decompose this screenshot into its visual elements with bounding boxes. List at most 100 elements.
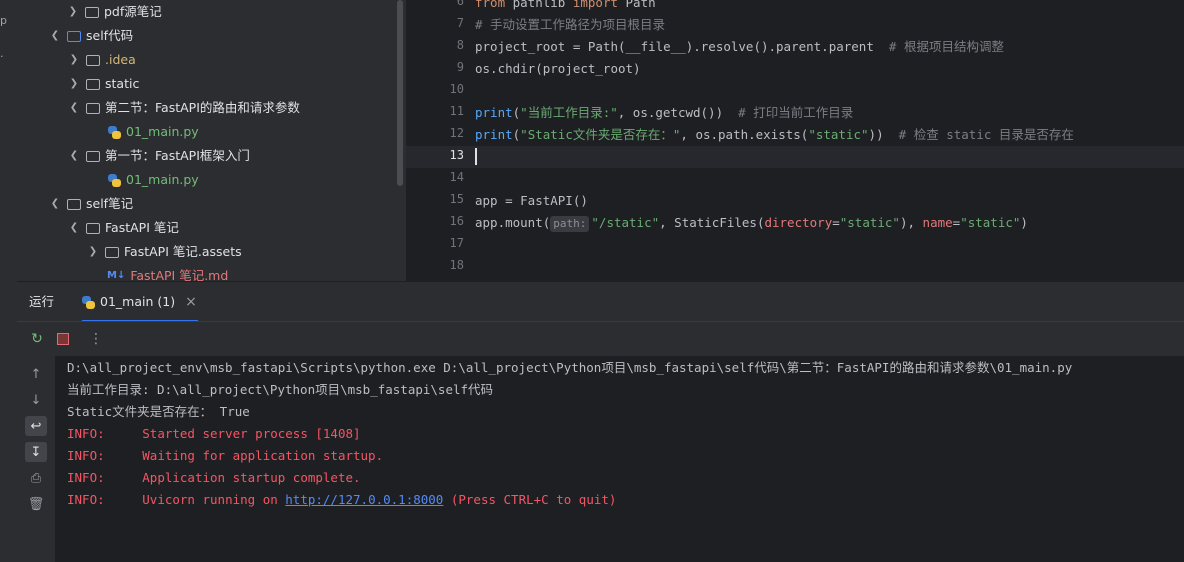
strip-icon[interactable]: p bbox=[0, 14, 8, 27]
python-file-icon bbox=[82, 295, 95, 309]
code-token: ) bbox=[1020, 215, 1028, 230]
code-line-11: print("当前工作目录:", os.getcwd()) # 打印当前工作目录 bbox=[475, 102, 853, 124]
code-editor[interactable]: 6 7 8 9 10 11 12 13 14 15 16 17 18 from … bbox=[406, 0, 1184, 281]
chevron-down-icon[interactable]: ❮ bbox=[68, 96, 80, 120]
line-number: 14 bbox=[449, 170, 464, 184]
markdown-file-icon: M↓ bbox=[107, 270, 126, 281]
console-side-toolbar: ↑ ↓ ↩ ↧ ⎙ 🗑 bbox=[17, 356, 55, 562]
python-file-icon bbox=[108, 125, 121, 139]
code-comment: # 根据项目结构调整 bbox=[888, 39, 1004, 54]
console-line: D:\all_project_env\msb_fastapi\Scripts\p… bbox=[67, 360, 1073, 375]
line-number: 16 bbox=[449, 214, 464, 228]
tree-item-pdf-notes[interactable]: ❯ pdf源笔记 bbox=[67, 0, 162, 24]
code-string: "static" bbox=[808, 127, 869, 142]
code-line-12: print("Static文件夹是否存在：", os.path.exists("… bbox=[475, 124, 1074, 146]
log-message: Started server process [1408] bbox=[142, 426, 361, 441]
code-line-8: project_root = Path(__file__).resolve().… bbox=[475, 36, 1004, 58]
code-string: "static" bbox=[839, 215, 900, 230]
chevron-right-icon[interactable]: ❯ bbox=[68, 72, 80, 96]
code-comment: # 手动设置工作路径为项目根目录 bbox=[475, 17, 666, 32]
console-line: Static文件夹是否存在： True bbox=[67, 404, 250, 419]
chevron-right-icon[interactable]: ❯ bbox=[68, 48, 80, 72]
code-line-7: # 手动设置工作路径为项目根目录 bbox=[475, 14, 665, 36]
folder-icon bbox=[86, 102, 100, 114]
line-number: 6 bbox=[456, 0, 464, 8]
tree-item-self-notes[interactable]: ❮ self笔记 bbox=[49, 192, 133, 216]
stop-icon[interactable] bbox=[54, 330, 72, 348]
tree-item-label: FastAPI 笔记 bbox=[105, 220, 179, 235]
code-line-16: app.mount(path: "/static", StaticFiles(di… bbox=[475, 212, 1028, 234]
print-icon[interactable]: ⎙ bbox=[25, 468, 47, 488]
run-panel-title[interactable]: 运行 bbox=[29, 282, 54, 322]
parameter-hint: path: bbox=[550, 216, 590, 232]
line-number: 9 bbox=[456, 60, 464, 74]
trash-icon[interactable]: 🗑 bbox=[25, 494, 47, 514]
console-output[interactable]: D:\all_project_env\msb_fastapi\Scripts\p… bbox=[55, 356, 1184, 562]
folder-icon bbox=[85, 6, 99, 18]
more-options-icon[interactable]: ⋮ bbox=[87, 330, 105, 348]
code-token: print bbox=[475, 127, 513, 142]
tree-item-notes-md[interactable]: M↓ FastAPI 笔记.md bbox=[107, 264, 228, 281]
tree-item-self-code[interactable]: ❮ self代码 bbox=[49, 24, 133, 48]
chevron-down-icon[interactable]: ❮ bbox=[68, 144, 80, 168]
log-level: INFO: bbox=[67, 492, 105, 507]
tree-item-section-two[interactable]: ❮ 第二节：FastAPI的路由和请求参数 bbox=[68, 96, 300, 120]
tool-window-strip: p · bbox=[0, 0, 18, 562]
line-number-current: 13 bbox=[449, 148, 464, 162]
code-string: "Static文件夹是否存在：" bbox=[520, 127, 681, 142]
project-tree: ❯ pdf源笔记 ❮ self代码 ❯ .idea ❯ static ❮ 第二节… bbox=[17, 0, 406, 281]
arrow-up-icon[interactable]: ↑ bbox=[25, 364, 47, 384]
code-param: name bbox=[922, 215, 953, 230]
chevron-right-icon[interactable]: ❯ bbox=[67, 0, 79, 24]
code-token: )) bbox=[868, 127, 899, 142]
server-url-link[interactable]: http://127.0.0.1:8000 bbox=[285, 492, 443, 507]
code-token: pathlib bbox=[505, 0, 573, 10]
arrow-down-icon[interactable]: ↓ bbox=[25, 390, 47, 410]
log-message: (Press CTRL+C to quit) bbox=[443, 492, 617, 507]
line-number: 11 bbox=[449, 104, 464, 118]
code-comment: # 打印当前工作目录 bbox=[738, 105, 854, 120]
tree-item-label: FastAPI 笔记.md bbox=[130, 268, 229, 281]
line-number: 8 bbox=[456, 38, 464, 52]
tab-label: 01_main (1) bbox=[100, 294, 176, 309]
rerun-icon[interactable]: ↻ bbox=[28, 330, 46, 348]
code-token: project_root = Path(__file__).resolve().… bbox=[475, 39, 889, 54]
line-number-gutter: 6 7 8 9 10 11 12 13 14 15 16 17 18 bbox=[406, 0, 472, 281]
chevron-down-icon[interactable]: ❮ bbox=[49, 24, 61, 48]
log-message: Waiting for application startup. bbox=[142, 448, 384, 463]
code-token: , os.path.exists( bbox=[680, 127, 809, 142]
current-line-highlight bbox=[406, 146, 1184, 168]
tree-item-fastapi-notes[interactable]: ❮ FastAPI 笔记 bbox=[68, 216, 179, 240]
scroll-to-end-icon[interactable]: ↧ bbox=[25, 442, 47, 462]
chevron-down-icon[interactable]: ❮ bbox=[49, 192, 61, 216]
soft-wrap-icon[interactable]: ↩ bbox=[25, 416, 47, 436]
code-param: directory bbox=[764, 215, 833, 230]
chevron-right-icon[interactable]: ❯ bbox=[87, 240, 99, 264]
python-file-icon bbox=[108, 173, 121, 187]
tree-scrollbar[interactable] bbox=[397, 0, 403, 186]
tab-run-config[interactable]: 01_main (1) × bbox=[82, 282, 197, 322]
tree-item-main-py-1[interactable]: 01_main.py bbox=[108, 168, 199, 192]
console-line-info: INFO: Waiting for application startup. bbox=[67, 445, 383, 467]
close-icon[interactable]: × bbox=[185, 282, 197, 322]
text-caret bbox=[475, 148, 477, 165]
log-message: Uvicorn running on bbox=[142, 492, 286, 507]
tree-item-label: 第二节：FastAPI的路由和请求参数 bbox=[105, 100, 300, 115]
tree-item-section-one[interactable]: ❮ 第一节：FastAPI框架入门 bbox=[68, 144, 250, 168]
chevron-down-icon[interactable]: ❮ bbox=[68, 216, 80, 240]
tree-item-main-py-2[interactable]: 01_main.py bbox=[108, 120, 199, 144]
code-string: "static" bbox=[960, 215, 1021, 230]
strip-dots-icon[interactable]: · bbox=[0, 50, 8, 63]
tree-item-notes-assets[interactable]: ❯ FastAPI 笔记.assets bbox=[87, 240, 242, 264]
tree-item-label: 第一节：FastAPI框架入门 bbox=[105, 148, 250, 163]
tree-item-idea[interactable]: ❯ .idea bbox=[68, 48, 136, 72]
folder-icon bbox=[105, 246, 119, 258]
folder-icon bbox=[67, 30, 81, 42]
code-token: os.chdir(project_root) bbox=[475, 61, 641, 76]
tree-item-static[interactable]: ❯ static bbox=[68, 72, 140, 96]
code-string: "当前工作目录:" bbox=[520, 105, 618, 120]
run-panel-header: 运行 01_main (1) × bbox=[17, 281, 1184, 322]
code-token: app.mount( bbox=[475, 215, 551, 230]
code-token: ), bbox=[899, 215, 923, 230]
code-comment: # 检查 static 目录是否存在 bbox=[898, 127, 1074, 142]
